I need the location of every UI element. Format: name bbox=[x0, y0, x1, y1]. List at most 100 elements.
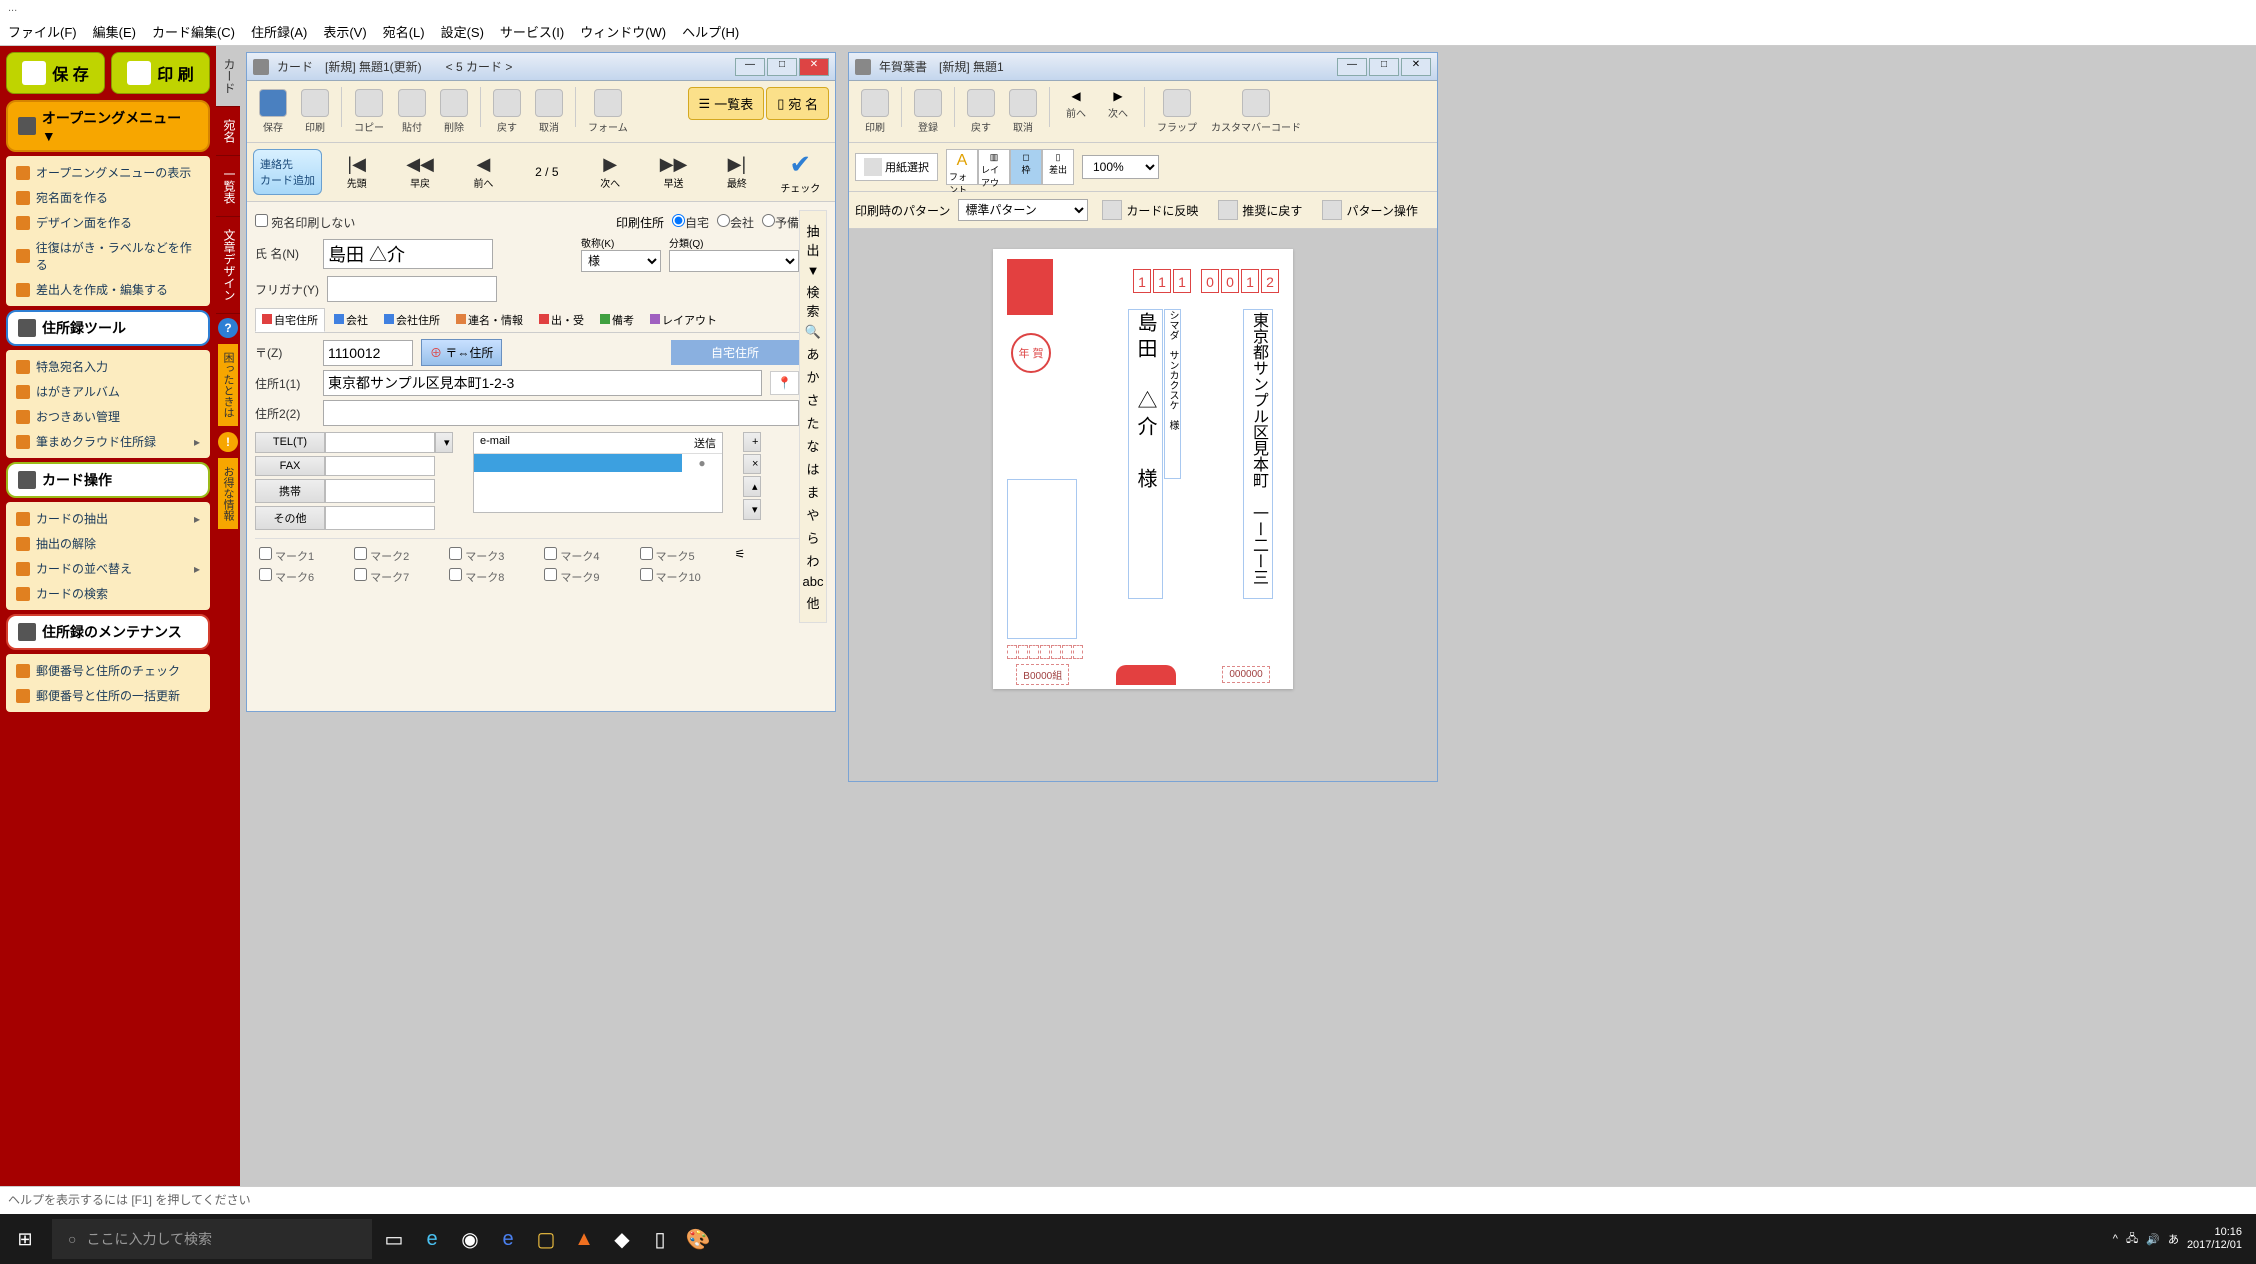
sidebar-item-sender[interactable]: 差出人を作成・編集する bbox=[10, 277, 206, 302]
app-icon-2[interactable]: ▯ bbox=[644, 1223, 676, 1255]
idx-wa[interactable]: わ bbox=[802, 551, 824, 570]
tray-ime[interactable]: あ bbox=[2168, 1231, 2179, 1247]
pv-print[interactable]: 印刷 bbox=[855, 87, 895, 136]
email-cell[interactable] bbox=[474, 454, 682, 472]
sidebar-item-clear-extract[interactable]: 抽出の解除 bbox=[10, 531, 206, 556]
recipient-furigana[interactable]: シマダ サンカクスケ 様 bbox=[1164, 309, 1181, 479]
menu-edit[interactable]: 編集(E) bbox=[93, 22, 136, 41]
tb-redo[interactable]: 取消 bbox=[529, 87, 569, 136]
explorer-icon[interactable]: ▢ bbox=[530, 1223, 562, 1255]
radio-home[interactable] bbox=[672, 214, 685, 227]
pattern-ops-button[interactable]: パターン操作 bbox=[1316, 198, 1423, 222]
sidebar-item-express[interactable]: 特急宛名入力 bbox=[10, 354, 206, 379]
add-contact-button[interactable]: 連絡先 カード追加 bbox=[253, 149, 322, 195]
tb-delete[interactable]: 削除 bbox=[434, 87, 474, 136]
vtab-design[interactable]: 文章デザイン bbox=[216, 217, 240, 314]
pv-undo[interactable]: 戻す bbox=[961, 87, 1001, 136]
menu-file[interactable]: ファイル(F) bbox=[8, 22, 77, 41]
tb-print[interactable]: 印刷 bbox=[295, 87, 335, 136]
menu-atena[interactable]: 宛名(L) bbox=[383, 22, 425, 41]
email-up[interactable]: ▴ bbox=[743, 476, 761, 497]
taskbar-search[interactable]: ○ここに入力して検索 bbox=[52, 1219, 372, 1259]
paint-icon[interactable]: 🎨 bbox=[682, 1223, 714, 1255]
email-add[interactable]: + bbox=[743, 432, 761, 452]
save-button[interactable]: 保 存 bbox=[6, 52, 105, 94]
nav-first[interactable]: |◀先頭 bbox=[328, 154, 385, 190]
zip-convert-button[interactable]: ⊕ 〒⇔住所 bbox=[421, 339, 502, 366]
app-icon-1[interactable]: ◆ bbox=[606, 1223, 638, 1255]
sidebar-item-opening-show[interactable]: オープニングメニューの表示 bbox=[10, 160, 206, 185]
pv-register[interactable]: 登録 bbox=[908, 87, 948, 136]
tray-network-icon[interactable]: 🖧 bbox=[2126, 1230, 2138, 1249]
pattern-select[interactable]: 標準パターン bbox=[958, 199, 1088, 221]
fax-input[interactable] bbox=[325, 456, 435, 476]
idx-ya[interactable]: や bbox=[802, 505, 824, 524]
frame-toggle[interactable]: ◻枠 bbox=[1010, 149, 1042, 185]
maximize-button[interactable]: □ bbox=[767, 58, 797, 76]
pv-barcode[interactable]: カスタマバーコード bbox=[1205, 87, 1307, 136]
pv-redo[interactable]: 取消 bbox=[1003, 87, 1043, 136]
ie-icon[interactable]: e bbox=[416, 1223, 448, 1255]
marks-options-icon[interactable]: ⚟ bbox=[735, 547, 749, 564]
addr1-input[interactable] bbox=[323, 370, 762, 396]
tel-input[interactable] bbox=[325, 432, 435, 453]
pv-prev[interactable]: ◀前へ bbox=[1056, 87, 1096, 122]
help-tab[interactable]: 困ったときは bbox=[218, 344, 238, 426]
tray-chevron-icon[interactable]: ^ bbox=[2113, 1233, 2118, 1245]
bunrui-select[interactable] bbox=[669, 250, 799, 272]
pv-next[interactable]: ▶次へ bbox=[1098, 87, 1138, 122]
menu-addressbook[interactable]: 住所録(A) bbox=[251, 22, 307, 41]
print-button[interactable]: 印 刷 bbox=[111, 52, 210, 94]
zoom-select[interactable]: 100% bbox=[1082, 155, 1159, 179]
card-ops-header[interactable]: カード操作 bbox=[6, 462, 210, 498]
menu-service[interactable]: サービス(I) bbox=[500, 22, 564, 41]
edge-icon[interactable]: e bbox=[492, 1223, 524, 1255]
tb-atena[interactable]: ▯宛 名 bbox=[766, 87, 829, 120]
reflect-button[interactable]: カードに反映 bbox=[1096, 198, 1204, 222]
preview-window-titlebar[interactable]: 年賀葉書 [新規] 無題1 — □ ✕ bbox=[849, 53, 1437, 81]
mark4-checkbox[interactable] bbox=[544, 547, 557, 560]
tab-memo[interactable]: 備考 bbox=[593, 308, 641, 332]
tb-list[interactable]: ☰一覧表 bbox=[688, 87, 765, 120]
pv-flap[interactable]: フラップ bbox=[1151, 87, 1203, 136]
mark3-checkbox[interactable] bbox=[449, 547, 462, 560]
idx-ma[interactable]: ま bbox=[802, 482, 824, 501]
keisho-select[interactable]: 様 bbox=[581, 250, 661, 272]
email-down[interactable]: ▾ bbox=[743, 499, 761, 520]
sidebar-item-atena[interactable]: 宛名面を作る bbox=[10, 185, 206, 210]
vlc-icon[interactable]: ▲ bbox=[568, 1223, 600, 1255]
idx-search-icon[interactable]: 🔍 bbox=[802, 324, 824, 340]
tb-undo[interactable]: 戻す bbox=[487, 87, 527, 136]
pv-minimize-button[interactable]: — bbox=[1337, 58, 1367, 76]
info-tab[interactable]: お得な情報 bbox=[218, 458, 238, 529]
tb-copy[interactable]: コピー bbox=[348, 87, 390, 136]
opening-menu-header[interactable]: オープニングメニュー ▼ bbox=[6, 100, 210, 152]
tab-home-addr[interactable]: 自宅住所 bbox=[255, 308, 325, 332]
zip-input[interactable] bbox=[323, 340, 413, 366]
nav-prev[interactable]: ◀前へ bbox=[455, 154, 512, 190]
mark2-checkbox[interactable] bbox=[354, 547, 367, 560]
idx-na[interactable]: な bbox=[802, 436, 824, 455]
idx-abc[interactable]: abc bbox=[802, 574, 824, 589]
menu-view[interactable]: 表示(V) bbox=[323, 22, 366, 41]
radio-spare[interactable] bbox=[762, 214, 775, 227]
idx-sa[interactable]: さ bbox=[802, 390, 824, 409]
furigana-input[interactable] bbox=[327, 276, 497, 302]
maintenance-header[interactable]: 住所録のメンテナンス bbox=[6, 614, 210, 650]
idx-ta[interactable]: た bbox=[802, 413, 824, 432]
chrome-icon[interactable]: ◉ bbox=[454, 1223, 486, 1255]
mark5-checkbox[interactable] bbox=[640, 547, 653, 560]
map-pin-button[interactable]: 📍 bbox=[770, 371, 799, 395]
close-button[interactable]: ✕ bbox=[799, 58, 829, 76]
menu-window[interactable]: ウィンドウ(W) bbox=[580, 22, 666, 41]
idx-search[interactable]: 検索 bbox=[802, 282, 824, 320]
pv-maximize-button[interactable]: □ bbox=[1369, 58, 1399, 76]
tb-save[interactable]: 保存 bbox=[253, 87, 293, 136]
other-input[interactable] bbox=[325, 506, 435, 530]
tel-label[interactable]: TEL(T) bbox=[255, 432, 325, 453]
sidebar-item-zipupdate[interactable]: 郵便番号と住所の一括更新 bbox=[10, 683, 206, 708]
font-toggle[interactable]: Aフォント bbox=[946, 149, 978, 185]
taskbar-clock[interactable]: 10:162017/12/01 bbox=[2187, 1226, 2242, 1252]
nav-fastfwd[interactable]: ▶▶早送 bbox=[645, 154, 702, 190]
vtab-atena[interactable]: 宛名 bbox=[216, 107, 240, 156]
